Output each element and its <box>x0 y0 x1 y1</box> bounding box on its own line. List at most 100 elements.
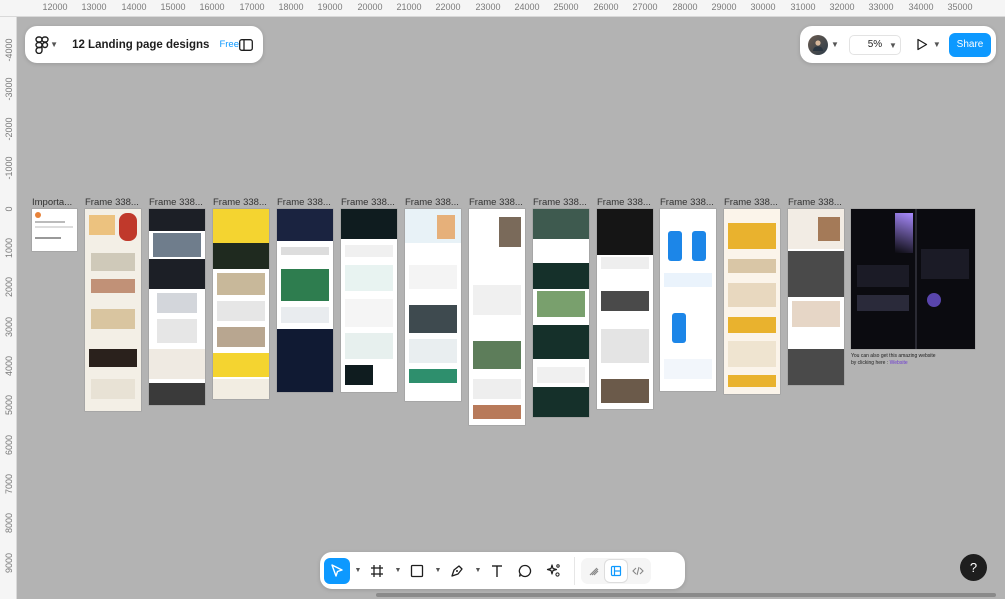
ruler-tick: 14000 <box>121 2 147 12</box>
ruler-tick: -1000 <box>4 156 14 180</box>
ruler-tick: 8000 <box>4 512 14 534</box>
frame-label[interactable]: Frame 338... <box>469 197 523 208</box>
file-title[interactable]: 12 Landing page designs <box>72 39 209 51</box>
frame-thumbnail[interactable] <box>341 209 397 392</box>
ruler-tick: 2000 <box>4 276 14 298</box>
ruler-tick: 16000 <box>199 2 225 12</box>
ruler-tick: 9000 <box>4 552 14 574</box>
draw-mode-icon[interactable] <box>583 560 605 582</box>
ruler-tick: 22000 <box>435 2 461 12</box>
ruler-tick: 1000 <box>4 237 14 259</box>
left-ruler: -4000 -3000 -2000 -1000 0 1000 2000 3000… <box>0 17 17 599</box>
frame-thumbnail[interactable] <box>85 209 141 411</box>
ruler-tick: 27000 <box>632 2 658 12</box>
frame-icon[interactable] <box>364 558 390 584</box>
actions-icon[interactable] <box>540 558 566 584</box>
ruler-tick: 20000 <box>357 2 383 12</box>
ruler-tick: 6000 <box>4 434 14 456</box>
ruler-tick: 31000 <box>790 2 816 12</box>
chevron-down-icon[interactable]: ▼ <box>392 567 404 574</box>
frame-thumbnail[interactable] <box>32 209 77 251</box>
frame-thumbnail[interactable] <box>724 209 780 394</box>
horizontal-scrollbar[interactable] <box>376 593 996 597</box>
comment-icon[interactable] <box>512 558 538 584</box>
avatar[interactable] <box>808 34 828 55</box>
ruler-tick: 33000 <box>868 2 894 12</box>
ruler-tick: 12000 <box>42 2 68 12</box>
frame-thumbnail[interactable] <box>533 209 589 417</box>
mode-switcher <box>581 557 651 584</box>
chevron-down-icon[interactable]: ▼ <box>933 40 941 49</box>
ruler-tick: 23000 <box>475 2 501 12</box>
frame-thumbnail[interactable] <box>851 209 975 349</box>
frame-label[interactable]: Frame 338... <box>597 197 651 208</box>
file-panel: ▼ 12 Landing page designs Free <box>25 26 263 63</box>
ruler-tick: 26000 <box>593 2 619 12</box>
frame-thumbnail[interactable] <box>660 209 716 391</box>
design-mode-icon[interactable] <box>605 559 627 582</box>
pen-icon[interactable] <box>444 558 470 584</box>
frame-thumbnail[interactable] <box>149 209 205 405</box>
ruler-tick: 15000 <box>160 2 186 12</box>
frame-thumbnail[interactable] <box>788 209 844 385</box>
frame-label[interactable]: Frame 338... <box>405 197 459 208</box>
frame-label[interactable]: Frame 338... <box>149 197 203 208</box>
help-button[interactable]: ? <box>960 554 987 581</box>
ruler-tick: 30000 <box>750 2 776 12</box>
move-icon[interactable] <box>324 557 350 584</box>
frame-thumbnail[interactable] <box>597 209 653 409</box>
ruler-tick: 34000 <box>908 2 934 12</box>
zoom-dropdown[interactable]: 5% ▼ <box>848 34 901 55</box>
dev-mode-icon[interactable] <box>627 560 649 582</box>
frame-label[interactable]: Frame 338... <box>788 197 842 208</box>
frame-label[interactable]: Frame 338... <box>277 197 331 208</box>
frame-label[interactable]: Frame 338... <box>533 197 587 208</box>
figma-logo-icon[interactable] <box>35 33 49 57</box>
ruler-tick: 5000 <box>4 394 14 416</box>
ruler-tick: 24000 <box>514 2 540 12</box>
frame-thumbnail[interactable] <box>277 209 333 392</box>
ruler-tick: 28000 <box>672 2 698 12</box>
frame-label[interactable]: Frame 338... <box>85 197 139 208</box>
ruler-tick: 29000 <box>711 2 737 12</box>
present-play-icon[interactable] <box>913 36 931 54</box>
rectangle-icon[interactable] <box>404 558 430 584</box>
ruler-tick: 13000 <box>81 2 107 12</box>
plan-badge[interactable]: Free <box>219 39 239 50</box>
chevron-down-icon[interactable]: ▼ <box>432 567 444 574</box>
chevron-down-icon[interactable]: ▼ <box>472 567 484 574</box>
share-panel: ▼ 5% ▼ ▼ Share <box>800 26 996 63</box>
frame-label[interactable]: Frame 338... <box>724 197 778 208</box>
website-link[interactable]: Website <box>890 360 908 366</box>
frame-label[interactable]: Importa... <box>32 197 72 208</box>
canvas-note: You can also get this amazing website by… <box>851 353 941 367</box>
sidebar-toggle-icon[interactable] <box>239 36 253 54</box>
ruler-tick: 19000 <box>317 2 343 12</box>
frame-label[interactable]: Frame 338... <box>660 197 714 208</box>
ruler-tick: 18000 <box>278 2 304 12</box>
ruler-tick: 21000 <box>396 2 422 12</box>
top-ruler: 12000 13000 14000 15000 16000 17000 1800… <box>0 0 1005 17</box>
share-button[interactable]: Share <box>949 32 991 57</box>
ruler-tick: 3000 <box>4 316 14 338</box>
frame-thumbnail[interactable] <box>469 209 525 425</box>
ruler-tick: 32000 <box>829 2 855 12</box>
zoom-level: 5% <box>867 39 883 50</box>
ruler-tick: 7000 <box>4 473 14 495</box>
chevron-down-icon[interactable]: ▼ <box>50 40 58 49</box>
frame-label[interactable]: Frame 338... <box>213 197 267 208</box>
frame-thumbnail[interactable] <box>405 209 461 401</box>
ruler-tick: 35000 <box>947 2 973 12</box>
ruler-tick: -3000 <box>4 77 14 101</box>
ruler-tick: 25000 <box>553 2 579 12</box>
chevron-down-icon: ▼ <box>889 40 897 50</box>
text-icon[interactable] <box>484 558 510 584</box>
frame-label[interactable]: Frame 338... <box>341 197 395 208</box>
bottom-toolbar: ▼ ▼ ▼ ▼ <box>320 552 685 589</box>
ruler-tick: 4000 <box>4 355 14 377</box>
chevron-down-icon[interactable]: ▼ <box>352 567 364 574</box>
ruler-tick: -2000 <box>4 117 14 141</box>
frame-thumbnail[interactable] <box>213 209 269 399</box>
ruler-tick: 17000 <box>239 2 265 12</box>
chevron-down-icon[interactable]: ▼ <box>831 40 839 49</box>
